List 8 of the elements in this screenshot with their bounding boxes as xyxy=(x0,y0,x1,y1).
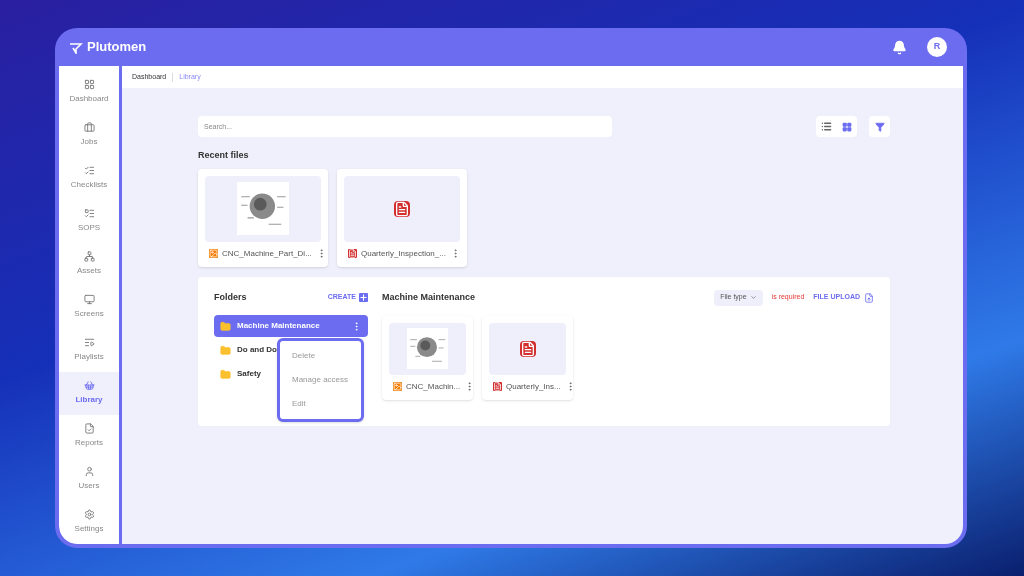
folders-heading: Folders xyxy=(214,290,247,304)
section-heading: Recent files xyxy=(198,149,250,162)
brand-name: Plutomen xyxy=(87,38,147,57)
file-name: Quarterly_Inspection_... xyxy=(361,247,446,260)
file-name: CNC_Machine_Part_Di... xyxy=(222,247,312,260)
file-name: Quarterly_Ins... xyxy=(506,380,561,393)
file-name: CNC_Machin... xyxy=(406,380,461,393)
folder-title: Machine Maintenance xyxy=(382,290,476,304)
